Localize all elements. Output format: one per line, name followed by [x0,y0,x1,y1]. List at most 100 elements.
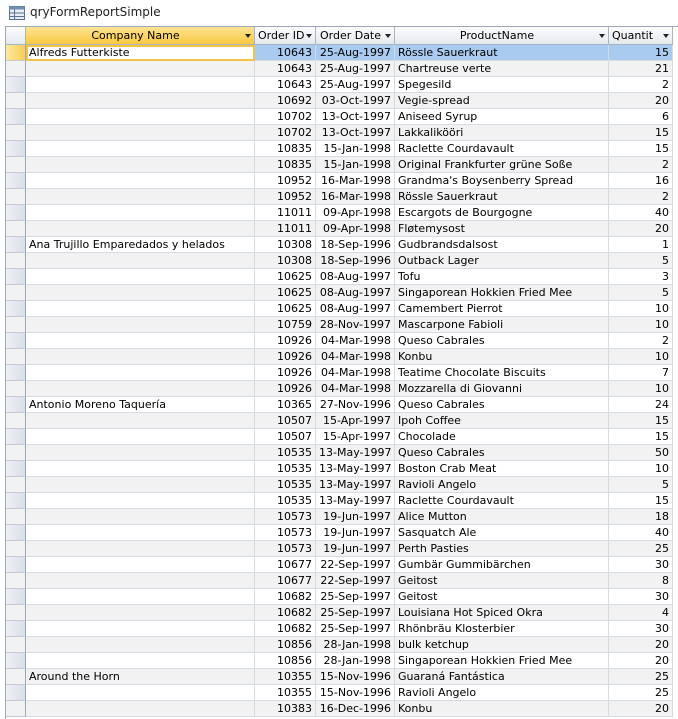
quantity-cell[interactable]: 30 [609,589,673,605]
order-date-cell[interactable]: 04-Mar-1998 [316,365,395,381]
quantity-cell[interactable]: 7 [609,365,673,381]
company-name-cell[interactable] [26,109,255,125]
company-name-cell[interactable] [26,525,255,541]
quantity-cell[interactable]: 10 [609,381,673,397]
quantity-cell[interactable]: 5 [609,477,673,493]
company-name-cell[interactable] [26,701,255,717]
record-selector[interactable] [6,189,26,205]
table-row[interactable]: Around the Horn 10355 15-Nov-1996 Guaraná F… [6,669,678,685]
company-name-cell[interactable] [26,381,255,397]
order-id-cell[interactable]: 10573 [255,541,316,557]
order-id-cell[interactable]: 10643 [255,45,316,61]
order-id-cell[interactable]: 10535 [255,477,316,493]
company-name-cell[interactable] [26,141,255,157]
record-selector[interactable] [6,461,26,477]
order-id-cell[interactable]: 10625 [255,285,316,301]
order-date-cell[interactable]: 15-Apr-1997 [316,413,395,429]
order-date-cell[interactable]: 04-Mar-1998 [316,349,395,365]
quantity-cell[interactable]: 50 [609,445,673,461]
order-date-cell[interactable]: 25-Sep-1997 [316,621,395,637]
company-name-cell[interactable] [26,189,255,205]
company-name-cell[interactable] [26,493,255,509]
product-name-cell[interactable]: Louisiana Hot Spiced Okra [395,605,609,621]
order-id-cell[interactable]: 10702 [255,125,316,141]
product-name-cell[interactable]: Gudbrandsdalsost [395,237,609,253]
quantity-cell[interactable]: 25 [609,669,673,685]
order-date-cell[interactable]: 25-Sep-1997 [316,605,395,621]
table-row[interactable]: 10643 25-Aug-1997 Spegesild 2 [6,77,678,93]
order-id-cell[interactable]: 10856 [255,653,316,669]
table-row[interactable]: 10926 04-Mar-1998 Mozzarella di Giovanni 10 [6,381,678,397]
record-selector[interactable] [6,253,26,269]
company-name-cell[interactable] [26,605,255,621]
order-id-cell[interactable]: 10682 [255,621,316,637]
quantity-cell[interactable]: 15 [609,125,673,141]
table-row[interactable]: 10682 25-Sep-1997 Geitost 30 [6,589,678,605]
company-name-cell[interactable]: Ana Trujillo Emparedados y helados [26,237,255,253]
product-name-cell[interactable]: Geitost [395,573,609,589]
order-date-cell[interactable]: 15-Jan-1998 [316,157,395,173]
sort-filter-dropdown-icon[interactable] [245,34,251,38]
order-date-cell[interactable]: 13-Oct-1997 [316,125,395,141]
quantity-cell[interactable]: 6 [609,109,673,125]
record-selector[interactable] [6,653,26,669]
company-name-cell[interactable] [26,413,255,429]
order-id-cell[interactable]: 10926 [255,349,316,365]
product-name-cell[interactable]: Ipoh Coffee [395,413,609,429]
table-row[interactable]: 10926 04-Mar-1998 Queso Cabrales 2 [6,333,678,349]
quantity-cell[interactable]: 40 [609,525,673,541]
table-row[interactable]: 10507 15-Apr-1997 Chocolade 15 [6,429,678,445]
product-name-cell[interactable]: Queso Cabrales [395,397,609,413]
quantity-cell[interactable]: 10 [609,349,673,365]
order-id-cell[interactable]: 10507 [255,429,316,445]
product-name-cell[interactable]: Grandma's Boysenberry Spread [395,173,609,189]
product-name-cell[interactable]: Queso Cabrales [395,333,609,349]
table-row[interactable]: 10535 13-May-1997 Raclette Courdavault 15 [6,493,678,509]
quantity-cell[interactable]: 18 [609,509,673,525]
record-selector[interactable] [6,413,26,429]
product-name-cell[interactable]: Raclette Courdavault [395,141,609,157]
product-name-cell[interactable]: Singaporean Hokkien Fried Mee [395,285,609,301]
record-selector[interactable] [6,669,26,685]
company-name-cell[interactable] [26,77,255,93]
table-row[interactable]: 10926 04-Mar-1998 Teatime Chocolate Biscui… [6,365,678,381]
table-row[interactable]: Alfreds Futterkiste 10643 25-Aug-1997 Rössl… [6,45,678,61]
order-id-cell[interactable]: 10952 [255,173,316,189]
company-name-cell[interactable] [26,573,255,589]
order-id-cell[interactable]: 10535 [255,461,316,477]
order-id-cell[interactable]: 10677 [255,557,316,573]
record-selector[interactable] [6,365,26,381]
table-row[interactable]: 10835 15-Jan-1998 Raclette Courdavault 15 [6,141,678,157]
record-selector[interactable] [6,397,26,413]
company-name-cell[interactable] [26,157,255,173]
quantity-cell[interactable]: 15 [609,493,673,509]
quantity-cell[interactable]: 20 [609,701,673,717]
order-id-cell[interactable]: 10835 [255,157,316,173]
table-row[interactable]: 10573 19-Jun-1997 Perth Pasties 25 [6,541,678,557]
product-name-cell[interactable]: Rössle Sauerkraut [395,189,609,205]
order-id-cell[interactable]: 10365 [255,397,316,413]
company-name-cell[interactable]: Alfreds Futterkiste [26,45,255,61]
order-id-cell[interactable]: 10682 [255,605,316,621]
order-date-cell[interactable]: 25-Aug-1997 [316,77,395,93]
order-date-cell[interactable]: 25-Sep-1997 [316,589,395,605]
record-selector[interactable] [6,45,26,61]
order-date-cell[interactable]: 28-Nov-1997 [316,317,395,333]
quantity-cell[interactable]: 10 [609,317,673,333]
order-date-cell[interactable]: 03-Oct-1997 [316,93,395,109]
order-id-cell[interactable]: 10952 [255,189,316,205]
column-header-company-name[interactable]: Company Name [26,27,255,45]
product-name-cell[interactable]: Ravioli Angelo [395,685,609,701]
company-name-cell[interactable] [26,333,255,349]
company-name-cell[interactable] [26,205,255,221]
order-date-cell[interactable]: 28-Jan-1998 [316,637,395,653]
select-all-corner[interactable] [6,27,26,45]
company-name-cell[interactable] [26,269,255,285]
order-id-cell[interactable]: 10355 [255,685,316,701]
order-date-cell[interactable]: 16-Mar-1998 [316,173,395,189]
record-selector[interactable] [6,589,26,605]
company-name-cell[interactable] [26,125,255,141]
record-selector[interactable] [6,173,26,189]
order-date-cell[interactable]: 25-Aug-1997 [316,61,395,77]
record-selector[interactable] [6,685,26,701]
